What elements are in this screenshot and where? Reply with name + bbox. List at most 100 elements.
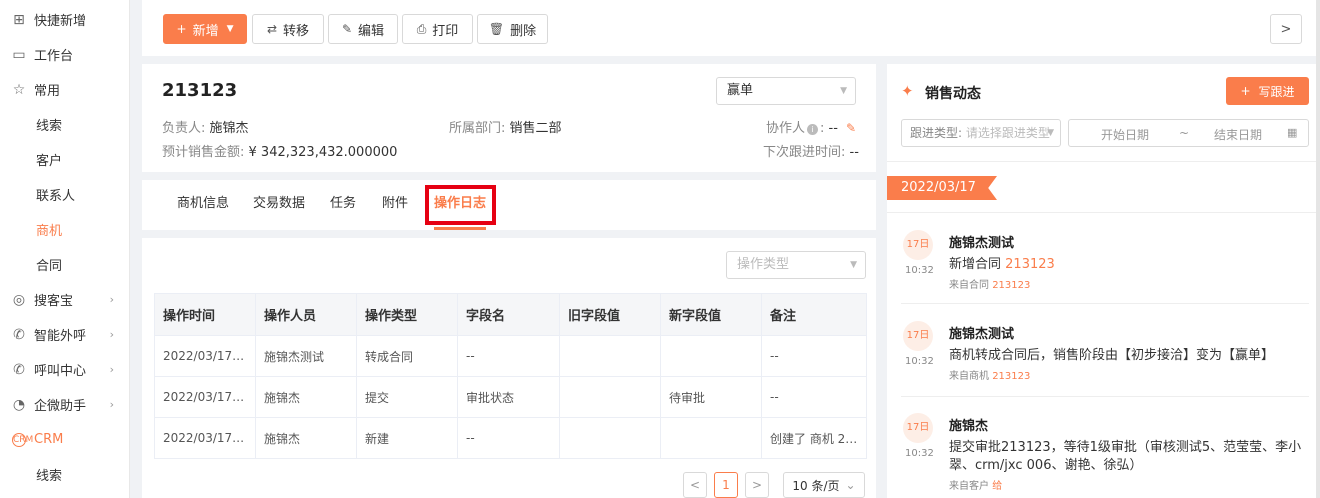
record-link[interactable]: 213123 [1005,257,1055,272]
caret-down-icon: ▼ [850,260,857,270]
next-record-button[interactable]: > [1270,14,1302,44]
sidebar-item-customers[interactable]: 客户 [0,142,130,177]
table-cell: 待审批 [660,376,762,418]
sidebar-item-crm[interactable]: CRM CRM [0,422,130,457]
chevron-left-icon: < [689,478,701,492]
sidebar-item-common[interactable]: ☆ 常用 [0,72,130,107]
entry-time: 10:32 [905,265,934,276]
pencil-icon: ✎ [341,22,353,36]
scrollbar[interactable] [1316,0,1320,498]
sidebar-item-label: 快捷新增 [34,14,87,29]
write-followup-button[interactable]: + 写跟进 [1226,77,1309,105]
star-icon: ☆ [12,81,26,98]
search-globe-icon: ◎ [12,291,26,308]
sidebar-item-soukebao[interactable]: ◎ 搜客宝 › [0,282,130,317]
table-cell: 施锦杰 [255,376,357,418]
tab-tasks[interactable]: 任务 [330,180,356,230]
tab-transactions[interactable]: 交易数据 [253,180,305,230]
source-link[interactable]: 213123 [992,280,1030,291]
divider [901,396,1309,397]
entry-author: 施锦杰测试 [949,236,1015,251]
phone-icon: ✆ [13,361,25,378]
entry-author: 施锦杰测试 [949,327,1015,342]
new-button[interactable]: + 新增 ▼ [163,14,247,44]
sidebar-item-quick-add[interactable]: ⊞ 快捷新增 [0,2,130,37]
table-cell: 施锦杰测试 [255,335,357,377]
entry-source: 来自合同 213123 [949,280,1031,291]
followup-type-select[interactable]: 跟进类型: 请选择跟进类型 ▼ [901,119,1061,147]
edit-button[interactable]: ✎ 编辑 [328,14,398,44]
entry-time: 10:32 [905,448,934,459]
chevron-right-icon: › [109,363,114,376]
record-header: 213123 赢单 ▼ 负责人: 施锦杰 所属部门: 销售二部 协作人 i: -- ✎… [142,64,876,172]
sidebar-item-contracts[interactable]: 合同 [0,247,130,282]
chevron-down-icon: ⌄ [845,478,856,492]
column-header: 新字段值 [660,293,762,336]
sidebar-item-label: 商机 [36,224,63,239]
table-row: 2022/03/17 10:32 施锦杰 提交 审批状态 待审批 -- [154,376,867,418]
entry-source: 来自商机 213123 [949,371,1031,382]
table-cell: 转成合同 [356,335,458,377]
end-date-input[interactable]: 结束日期 [1214,126,1262,143]
chevron-right-icon: › [109,293,114,306]
table-cell: -- [457,417,560,459]
toolbar: + 新增 ▼ ⇄ 转移 ✎ 编辑 ⎙ 打印 🗑 删除 > [142,0,1316,56]
sidebar-item-smart-call[interactable]: ✆ 智能外呼 › [0,317,130,352]
sidebar-item-label: 搜客宝 [34,294,74,309]
page-title: 213123 [162,80,238,101]
sidebar-item-label: 线索 [36,469,63,484]
date-range-separator: ~ [1179,126,1190,140]
divider [901,303,1309,304]
calendar-icon: ▦ [1287,126,1298,139]
sidebar-item-leads[interactable]: 线索 [0,107,130,142]
date-flag: 2022/03/17 [887,176,997,200]
next-page-button[interactable]: > [745,472,769,498]
operation-log-panel: 操作类型 ▼ 操作时间 操作人员 操作类型 字段名 旧字段值 新字段值 备注 20… [142,238,876,498]
source-link[interactable]: 给 [992,481,1002,492]
caret-down-icon: ▼ [226,24,234,34]
table-cell: 施锦杰 [255,417,357,459]
page-size-select[interactable]: 10 条/页 ⌄ [783,472,865,498]
source-link[interactable]: 213123 [992,371,1030,382]
sidebar-item-label: 智能外呼 [34,329,87,344]
panel-title: 销售动态 [925,86,981,102]
sidebar-item-call-center[interactable]: ✆ 呼叫中心 › [0,352,130,387]
transfer-button[interactable]: ⇄ 转移 [252,14,324,44]
sidebar-item-crm-leads[interactable]: 线索 [0,457,130,492]
sales-activity-icon: ✦ [901,82,914,100]
date-range-picker[interactable]: 开始日期 ~ 结束日期 ▦ [1068,119,1309,147]
sidebar-item-wecom[interactable]: ◔ 企微助手 › [0,387,130,422]
edit-icon[interactable]: ✎ [846,121,856,135]
detail-tabs: 商机信息 交易数据 任务 附件 操作日志 [142,180,876,230]
operation-type-select[interactable]: 操作类型 ▼ [726,251,866,279]
column-header: 备注 [761,293,867,336]
table-cell: -- [761,376,867,418]
plus-icon: + [1240,84,1251,98]
table-cell: 提交 [356,376,458,418]
table-cell [660,417,762,459]
sidebar-item-opportunities[interactable]: 商机 [0,212,130,247]
sidebar-item-label: 合同 [36,259,63,274]
table-cell: -- [457,335,560,377]
page-number-button[interactable]: 1 [714,472,738,498]
day-badge: 17日 [903,413,933,443]
owner-field: 负责人: 施锦杰 [162,121,249,136]
highlight-box [425,185,496,225]
sidebar-item-workbench[interactable]: ▭ 工作台 [0,37,130,72]
table-row: 2022/03/17 10:32 施锦杰测试 转成合同 -- -- [154,335,867,377]
stage-select[interactable]: 赢单 ▼ [716,77,856,105]
delete-button[interactable]: 🗑 删除 [477,14,548,44]
print-button[interactable]: ⎙ 打印 [402,14,473,44]
sales-activity-panel: ✦ 销售动态 + 写跟进 跟进类型: 请选择跟进类型 ▼ 开始日期 ~ 结束日期 ▦… [887,64,1316,498]
tab-opportunity-info[interactable]: 商机信息 [177,180,229,230]
start-date-input[interactable]: 开始日期 [1101,126,1149,143]
wecom-icon: ◔ [12,396,26,413]
sidebar-item-contacts[interactable]: 联系人 [0,177,130,212]
prev-page-button[interactable]: < [683,472,707,498]
tab-attachments[interactable]: 附件 [382,180,408,230]
sidebar-item-label: 工作台 [34,49,74,64]
table-cell [559,376,661,418]
entry-time: 10:32 [905,356,934,367]
divider [887,212,1316,213]
table-cell: 审批状态 [457,376,560,418]
